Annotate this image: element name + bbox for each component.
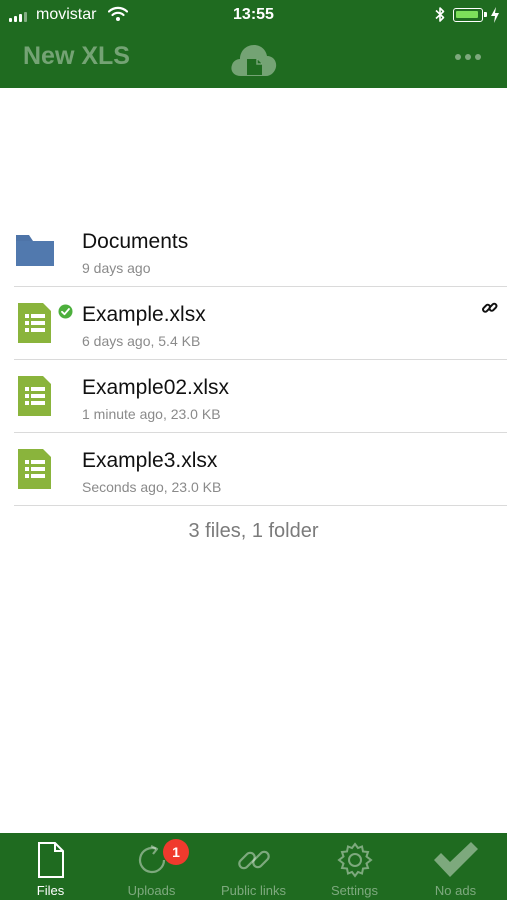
uploads-badge: 1	[163, 839, 189, 865]
list-item-example3-xlsx[interactable]: Example3.xlsx Seconds ago, 23.0 KB	[0, 433, 507, 506]
synced-check-icon	[58, 304, 73, 324]
checkmark-icon	[405, 842, 506, 878]
spreadsheet-icon	[18, 303, 51, 348]
charging-icon	[490, 7, 500, 28]
list-item-documents[interactable]: Documents 9 days ago	[0, 214, 507, 287]
tab-bar: Files 1 Uploads Public links Settings No…	[0, 833, 507, 900]
item-name: Example.xlsx	[82, 303, 206, 326]
item-meta: 1 minute ago, 23.0 KB	[82, 406, 221, 422]
top-bar: movistar 13:55 New XLS	[0, 0, 507, 88]
item-name: Documents	[82, 230, 189, 253]
gear-icon	[304, 842, 405, 878]
tab-uploads[interactable]: 1 Uploads	[101, 833, 202, 900]
divider	[14, 505, 507, 506]
spreadsheet-icon	[18, 449, 51, 494]
item-name: Example3.xlsx	[82, 449, 218, 472]
list-summary: 3 files, 1 folder	[188, 520, 319, 542]
bluetooth-icon	[434, 6, 446, 28]
tab-files[interactable]: Files	[0, 833, 101, 900]
shared-link-icon[interactable]	[481, 299, 499, 322]
list-item-example-xlsx[interactable]: Example.xlsx 6 days ago, 5.4 KB	[0, 287, 507, 360]
status-time: 13:55	[233, 6, 274, 23]
tab-label: No ads	[434, 883, 477, 898]
tab-settings[interactable]: Settings	[304, 833, 405, 900]
nav-title: New XLS	[23, 42, 130, 70]
item-name: Example02.xlsx	[82, 376, 230, 399]
cloud-document-icon[interactable]	[229, 38, 279, 83]
file-icon	[0, 842, 101, 878]
file-list: Documents 9 days ago Example.xlsx 6 days…	[0, 214, 507, 506]
item-meta: Seconds ago, 23.0 KB	[82, 479, 222, 495]
spreadsheet-icon	[18, 376, 51, 421]
battery-icon	[453, 8, 487, 22]
tab-label: Files	[36, 883, 65, 898]
tab-label: Settings	[331, 883, 378, 898]
link-icon	[203, 842, 304, 878]
list-item-example02-xlsx[interactable]: Example02.xlsx 1 minute ago, 23.0 KB	[0, 360, 507, 433]
more-icon[interactable]	[455, 54, 481, 60]
tab-public-links[interactable]: Public links	[203, 833, 304, 900]
folder-icon	[15, 233, 55, 272]
tab-label: Uploads	[127, 883, 176, 898]
item-meta: 9 days ago	[82, 260, 151, 276]
tab-no-ads[interactable]: No ads	[405, 833, 506, 900]
tab-label: Public links	[220, 883, 287, 898]
item-meta: 6 days ago, 5.4 KB	[82, 333, 201, 349]
status-bar: movistar 13:55	[0, 0, 507, 30]
